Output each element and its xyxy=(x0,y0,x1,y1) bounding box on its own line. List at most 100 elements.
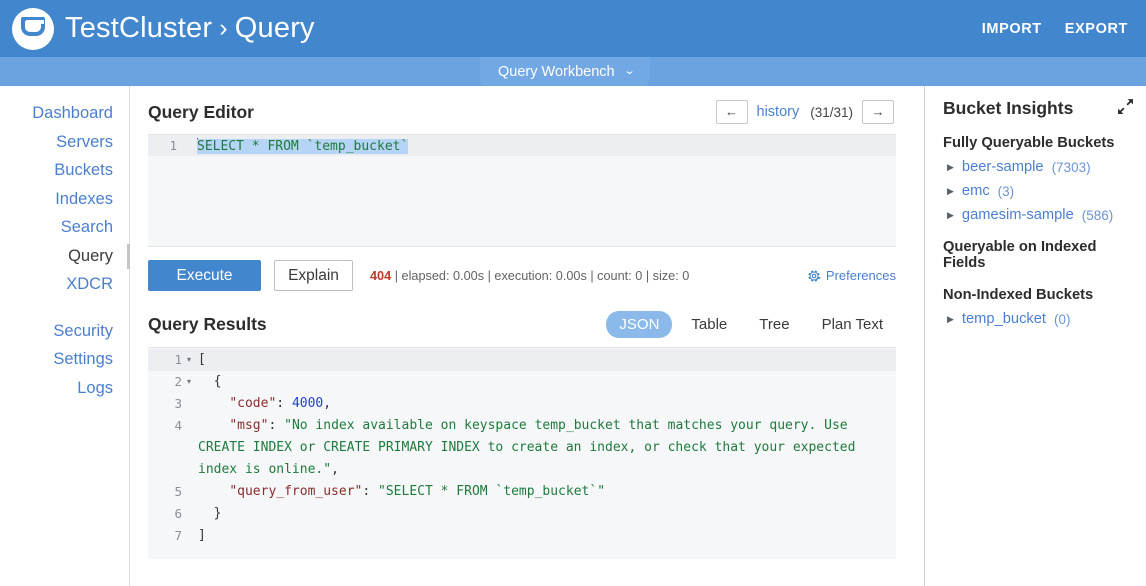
triangle-right-icon[interactable]: ▶ xyxy=(947,210,954,220)
expand-diagonal-icon[interactable] xyxy=(1117,98,1134,115)
editor-query-text[interactable]: SELECT * FROM `temp_bucket` xyxy=(197,137,409,154)
bucket-count: (3) xyxy=(997,183,1015,199)
export-button[interactable]: EXPORT xyxy=(1065,21,1128,37)
result-line-text: } xyxy=(198,506,222,521)
bucket-item-beer-sample[interactable]: ▶ beer-sample (7303) xyxy=(943,159,1134,175)
fold-triangle-icon[interactable]: ▾ xyxy=(182,371,196,393)
sidebar-item-query[interactable]: Query xyxy=(0,242,130,271)
sidebar-item-buckets[interactable]: Buckets xyxy=(0,156,129,185)
tab-query-workbench-label: Query Workbench xyxy=(498,63,615,80)
page-title: Query xyxy=(234,12,315,44)
bucket-insights-title: Bucket Insights xyxy=(943,98,1074,118)
bucket-item-emc[interactable]: ▶ emc (3) xyxy=(943,183,1134,199)
query-results-title: Query Results xyxy=(148,314,267,334)
cluster-name: TestCluster xyxy=(65,12,213,44)
result-line-text: "code": 4000, xyxy=(229,396,332,411)
result-line: 7 ] xyxy=(148,525,896,547)
result-line-text: [ xyxy=(198,352,206,367)
query-results-header: Query Results JSON Table Tree Plan Text xyxy=(148,311,896,338)
bucket-name: gamesim-sample xyxy=(961,207,1074,223)
result-query-value: SELECT * FROM `temp_bucket` xyxy=(385,484,598,499)
result-line: 2 ▾ { xyxy=(148,371,896,393)
result-line-number: 5 xyxy=(174,484,182,499)
sidebar-item-indexes[interactable]: Indexes xyxy=(0,185,129,214)
query-editor-header: Query Editor ← history (31/31) → xyxy=(148,98,924,126)
query-input-editor[interactable]: 1 SELECT * FROM `temp_bucket` xyxy=(148,134,896,247)
result-line: 4 "msg": "No index available on keyspace… xyxy=(148,415,896,481)
sub-navigation-bar: Query Workbench ⌄ xyxy=(0,57,1146,86)
tab-tree[interactable]: Tree xyxy=(746,311,802,338)
result-line-number: 1 xyxy=(174,352,182,367)
history-counter: (31/31) xyxy=(810,104,853,120)
group-indexed-fields-label: Queryable on Indexed Fields xyxy=(943,239,1097,271)
bucket-item-temp-bucket[interactable]: ▶ temp_bucket (0) xyxy=(943,311,1134,327)
result-line-number: 7 xyxy=(174,528,182,543)
tab-table[interactable]: Table xyxy=(678,311,740,338)
sidebar-item-settings[interactable]: Settings xyxy=(0,345,129,374)
result-line-text: { xyxy=(198,374,222,389)
sidebar-item-dashboard[interactable]: Dashboard xyxy=(0,99,129,128)
app-body: Dashboard Servers Buckets Indexes Search… xyxy=(0,86,1146,586)
status-detail: | elapsed: 0.00s | execution: 0.00s | co… xyxy=(394,268,690,283)
triangle-right-icon[interactable]: ▶ xyxy=(947,186,954,196)
sidebar: Dashboard Servers Buckets Indexes Search… xyxy=(0,86,130,586)
history-next-button[interactable]: → xyxy=(862,100,894,124)
sidebar-item-xdcr[interactable]: XDCR xyxy=(0,270,129,299)
editor-line-number: 1 xyxy=(169,138,177,153)
bucket-name: beer-sample xyxy=(961,159,1044,175)
bucket-item-gamesim-sample[interactable]: ▶ gamesim-sample (586) xyxy=(943,207,1134,223)
result-line-number: 2 xyxy=(174,374,182,389)
group-fully-queryable-label: Fully Queryable Buckets xyxy=(943,135,1115,151)
preferences-button[interactable]: Preferences xyxy=(807,268,896,283)
history-prev-button[interactable]: ← xyxy=(715,100,748,124)
result-line-number: 6 xyxy=(174,506,182,521)
triangle-right-icon[interactable]: ▶ xyxy=(947,314,954,324)
editor-selected-text: SELECT * FROM `temp_bucket` xyxy=(197,138,409,154)
bucket-name: temp_bucket xyxy=(961,311,1047,327)
result-line-number: 4 xyxy=(174,418,182,433)
bucket-name: emc xyxy=(961,183,990,199)
sidebar-item-servers[interactable]: Servers xyxy=(0,128,129,157)
header-actions: IMPORT EXPORT xyxy=(982,21,1128,37)
results-view-tabs: JSON Table Tree Plan Text xyxy=(606,311,896,338)
gear-icon xyxy=(808,269,821,282)
bucket-count: (7303) xyxy=(1051,159,1091,175)
query-action-row: Execute Explain 404 | elapsed: 0.00s | e… xyxy=(148,260,896,291)
sidebar-item-security[interactable]: Security xyxy=(0,317,129,346)
result-line: 3 "code": 4000, xyxy=(148,393,896,415)
breadcrumb-separator-icon: › xyxy=(219,14,228,42)
query-editor-title: Query Editor xyxy=(148,101,254,122)
import-button[interactable]: IMPORT xyxy=(982,21,1042,37)
tab-query-workbench[interactable]: Query Workbench ⌄ xyxy=(480,57,650,86)
bucket-insights-panel: Bucket Insights Fully Queryable Buckets … xyxy=(924,86,1146,586)
triangle-right-icon[interactable]: ▶ xyxy=(947,162,954,172)
preferences-label: Preferences xyxy=(825,268,896,283)
result-line-text: "query_from_user": "SELECT * FROM `temp_… xyxy=(229,484,606,499)
breadcrumb: TestCluster › Query xyxy=(65,12,315,45)
result-line-number: 3 xyxy=(174,396,182,411)
tab-json[interactable]: JSON xyxy=(606,311,673,338)
execute-button[interactable]: Execute xyxy=(148,260,261,291)
app-header: TestCluster › Query IMPORT EXPORT xyxy=(0,0,1146,57)
result-line: 6 } xyxy=(148,503,896,525)
query-results-panel[interactable]: 1 ▾ [ 2 ▾ { 3 "code": 4000, 4 "msg": "No… xyxy=(148,347,896,559)
sidebar-item-search[interactable]: Search xyxy=(0,213,129,242)
main-content: Query Editor ← history (31/31) → 1 SELEC… xyxy=(130,86,924,586)
sidebar-divider xyxy=(0,299,129,317)
result-line: 5 "query_from_user": "SELECT * FROM `tem… xyxy=(148,481,896,503)
explain-button[interactable]: Explain xyxy=(274,260,353,291)
chevron-down-icon: ⌄ xyxy=(622,65,636,77)
result-code-value: 4000 xyxy=(291,396,324,411)
couchbase-logo-icon xyxy=(12,7,54,50)
sidebar-item-logs[interactable]: Logs xyxy=(0,374,129,403)
result-msg-value: No index available on keyspace temp_buck… xyxy=(198,418,864,477)
history-controls: ← history (31/31) → xyxy=(715,100,894,124)
bucket-insights-header: Bucket Insights xyxy=(943,98,1134,119)
fold-triangle-icon[interactable]: ▾ xyxy=(182,349,196,371)
status-error-code: 404 xyxy=(370,268,392,283)
bucket-count: (0) xyxy=(1054,311,1071,327)
editor-line: 1 SELECT * FROM `temp_bucket` xyxy=(148,135,896,156)
history-link[interactable]: history xyxy=(757,104,800,120)
tab-plan-text[interactable]: Plan Text xyxy=(809,311,896,338)
bucket-count: (586) xyxy=(1081,207,1114,223)
